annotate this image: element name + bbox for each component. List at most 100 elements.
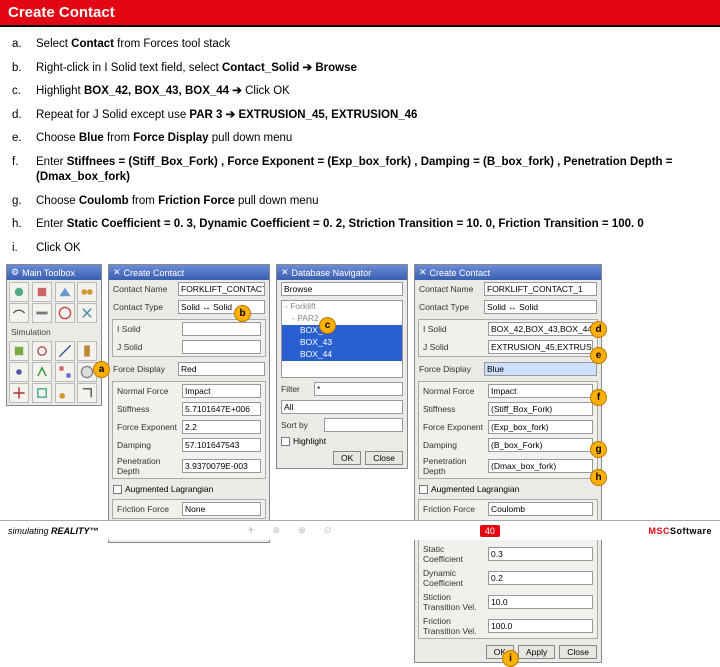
sort-field[interactable] <box>324 418 403 432</box>
tool-icon[interactable] <box>32 362 52 382</box>
i-solid-field[interactable] <box>182 322 261 336</box>
marker-i: i <box>502 650 519 667</box>
j-solid-field[interactable]: EXTRUSION_45,EXTRUSI <box>488 340 593 354</box>
contact-type-field[interactable]: Solid ↔ Solid <box>178 300 265 314</box>
marker-g: g <box>590 441 607 458</box>
panel-title: Database Navigator <box>292 268 372 278</box>
label: Augmented Lagrangian <box>125 484 213 494</box>
penetration-field[interactable]: (Dmax_box_fork) <box>488 459 593 473</box>
checkbox[interactable] <box>113 485 122 494</box>
friction-force-field[interactable]: Coulomb <box>488 502 593 516</box>
label: Friction Force <box>117 504 179 514</box>
contact-name-field[interactable]: FORKLIFT_CONTACT_1 <box>178 282 265 296</box>
label: Force Display <box>113 364 175 374</box>
label: Dynamic Coefficient <box>423 568 485 588</box>
checkbox[interactable] <box>419 485 428 494</box>
browse-list[interactable]: - Forklift - PAR2 BOX_42 BOX_43 BOX_44 <box>281 300 403 378</box>
step-text: Enter Static Coefficient = 0. 3, Dynamic… <box>36 217 644 233</box>
close-button[interactable]: Close <box>365 451 403 465</box>
tool-icon[interactable] <box>55 303 75 323</box>
tool-icon[interactable] <box>55 362 75 382</box>
force-exponent-field[interactable]: 2.2 <box>182 420 261 434</box>
tool-icon[interactable] <box>32 341 52 361</box>
tool-icon[interactable] <box>77 341 97 361</box>
i-solid-field[interactable]: BOX_42,BOX_43,BOX_44 <box>488 322 593 336</box>
tool-icon[interactable] <box>32 303 52 323</box>
step-letter: i. <box>12 241 26 257</box>
panel-title: Create Contact <box>124 268 185 278</box>
tool-icon[interactable] <box>77 383 97 403</box>
step-text: Highlight BOX_42, BOX_43, BOX_44 ➔ Click… <box>36 84 290 100</box>
force-display-field[interactable]: Blue <box>484 362 597 376</box>
label: J Solid <box>423 342 485 352</box>
ok-button[interactable]: OK <box>333 451 361 465</box>
apply-button[interactable]: Apply <box>518 645 555 659</box>
static-coef-field[interactable]: 0.3 <box>488 547 593 561</box>
list-item[interactable]: BOX_43 <box>282 337 402 349</box>
tool-icon[interactable] <box>55 341 75 361</box>
tool-icon[interactable] <box>9 362 29 382</box>
tool-icon[interactable] <box>77 303 97 323</box>
stiffness-field[interactable]: 5.7101647E+006 <box>182 402 261 416</box>
step-text: Right-click in I Solid text field, selec… <box>36 61 357 77</box>
page-title: Create Contact <box>0 0 720 27</box>
stiffness-field[interactable]: (Stiff_Box_Fork) <box>488 402 593 416</box>
dynamic-coef-field[interactable]: 0.2 <box>488 571 593 585</box>
step-letter: f. <box>12 155 26 186</box>
panel-header: ✕Database Navigator <box>277 265 407 280</box>
list-item[interactable]: BOX_42 <box>282 325 402 337</box>
create-contact-panel-1: ✕Create Contact Contact NameFORKLIFT_CON… <box>108 264 270 543</box>
friction-force-field[interactable]: None <box>182 502 261 516</box>
step-letter: d. <box>12 108 26 124</box>
j-solid-field[interactable] <box>182 340 261 354</box>
panel-header: ✕Create Contact <box>109 265 269 280</box>
force-display-field[interactable]: Red <box>178 362 265 376</box>
label: Contact Type <box>419 302 481 312</box>
label: Filter <box>281 384 311 394</box>
tool-icon[interactable] <box>77 282 97 302</box>
step-text: Choose Blue from Force Display pull down… <box>36 131 292 147</box>
label: Stiffness <box>117 404 179 414</box>
checkbox[interactable] <box>281 437 290 446</box>
marker-d: d <box>590 321 607 338</box>
label: Stiffness <box>423 404 485 414</box>
stiction-vel-field[interactable]: 10.0 <box>488 595 593 609</box>
browse-select[interactable]: Browse <box>281 282 403 296</box>
all-select[interactable]: All <box>281 400 403 414</box>
contact-name-field[interactable]: FORKLIFT_CONTACT_1 <box>484 282 597 296</box>
msc-logo: MSCSoftware <box>648 526 712 536</box>
tool-icon[interactable] <box>9 341 29 361</box>
step-letter: b. <box>12 61 26 77</box>
tool-icon[interactable] <box>9 282 29 302</box>
close-button[interactable]: Close <box>559 645 597 659</box>
gear-icon: ⚙ <box>11 267 19 278</box>
toolbox-header: ⚙Main Toolbox <box>7 265 101 280</box>
tool-icon[interactable] <box>55 282 75 302</box>
tool-icon[interactable] <box>9 383 29 403</box>
penetration-field[interactable]: 3.9370079E-003 <box>182 459 261 473</box>
footer: simulating REALITY™ ✈⊕⊗⊙ 40 MSCSoftware <box>0 520 720 540</box>
label: Penetration Depth <box>423 456 485 476</box>
filter-field[interactable]: * <box>314 382 403 396</box>
normal-force-field[interactable]: Impact <box>488 384 593 398</box>
label: Penetration Depth <box>117 456 179 476</box>
marker-h: h <box>590 469 607 486</box>
tool-icon[interactable] <box>55 383 75 403</box>
damping-field[interactable]: (B_box_Fork) <box>488 438 593 452</box>
step-text: Choose Coulomb from Friction Force pull … <box>36 194 319 210</box>
force-exponent-field[interactable]: (Exp_box_fork) <box>488 420 593 434</box>
label: Force Exponent <box>117 422 179 432</box>
step-letter: g. <box>12 194 26 210</box>
damping-field[interactable]: 57.101647543 <box>182 438 261 452</box>
contact-type-field[interactable]: Solid ↔ Solid <box>484 300 597 314</box>
label: I Solid <box>117 324 179 334</box>
normal-force-field[interactable]: Impact <box>182 384 261 398</box>
tool-icon[interactable] <box>32 383 52 403</box>
tool-icon[interactable] <box>32 282 52 302</box>
list-item[interactable]: BOX_44 <box>282 349 402 361</box>
friction-vel-field[interactable]: 100.0 <box>488 619 593 633</box>
create-contact-panel-2: ✕Create Contact Contact NameFORKLIFT_CON… <box>414 264 602 663</box>
label: Augmented Lagrangian <box>431 484 519 494</box>
footer-deco-icons: ✈⊕⊗⊙ <box>247 525 331 536</box>
tool-icon[interactable] <box>9 303 29 323</box>
